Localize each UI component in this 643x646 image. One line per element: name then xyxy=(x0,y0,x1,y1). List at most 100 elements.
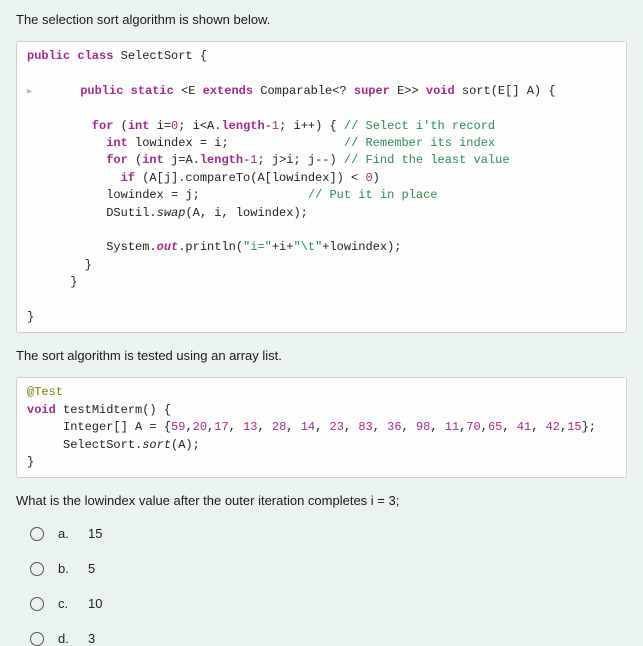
code-token: E>> xyxy=(397,84,426,98)
option-b[interactable]: b. 5 xyxy=(30,561,627,576)
code-token: +i+ xyxy=(272,240,294,254)
code-token: } xyxy=(27,455,34,469)
code-token: 17 xyxy=(214,420,228,434)
code-token: 36 xyxy=(387,420,401,434)
code-token: } xyxy=(27,275,77,289)
code-token: ) xyxy=(373,171,380,185)
code-token: 14 xyxy=(301,420,315,434)
code-token: } xyxy=(27,258,92,272)
code-token: 15 xyxy=(567,420,581,434)
code-token: .println( xyxy=(178,240,243,254)
code-token: ( xyxy=(121,119,128,133)
code-token: , xyxy=(344,420,358,434)
code-block-2: @Test void testMidterm() { Integer[] A =… xyxy=(16,377,627,478)
code-token: - xyxy=(265,119,272,133)
code-token: j=A. xyxy=(171,153,200,167)
code-token: 98 xyxy=(416,420,430,434)
code-token: "i=" xyxy=(243,240,272,254)
intro-text-1: The selection sort algorithm is shown be… xyxy=(16,12,627,27)
code-token: SelectSort { xyxy=(121,49,207,63)
option-letter: c. xyxy=(58,596,72,611)
option-value: 15 xyxy=(88,526,102,541)
intro-text-2: The sort algorithm is tested using an ar… xyxy=(16,348,627,363)
code-token: 13 xyxy=(243,420,257,434)
code-token: 1 xyxy=(272,119,279,133)
code-token: for xyxy=(27,119,121,133)
code-token: DSutil. xyxy=(27,206,157,220)
option-letter: d. xyxy=(58,631,72,646)
code-token: 0 xyxy=(365,171,372,185)
option-value: 10 xyxy=(88,596,102,611)
option-a[interactable]: a. 15 xyxy=(30,526,627,541)
code-token: ; j>i; j--) xyxy=(257,153,343,167)
code-token: , xyxy=(315,420,329,434)
code-token: 11 xyxy=(445,420,459,434)
code-token: ; i<A. xyxy=(178,119,221,133)
option-d[interactable]: d. 3 xyxy=(30,631,627,646)
code-token: void xyxy=(426,84,462,98)
code-token: for xyxy=(27,153,135,167)
code-token: length xyxy=(221,119,264,133)
code-token: 41 xyxy=(517,420,531,434)
radio-icon[interactable] xyxy=(30,562,44,576)
code-token: , xyxy=(402,420,416,434)
code-token: @Test xyxy=(27,385,63,399)
code-token: 59 xyxy=(171,420,185,434)
code-token: "\t" xyxy=(293,240,322,254)
code-token: testMidterm() { xyxy=(63,403,171,417)
radio-icon[interactable] xyxy=(30,527,44,541)
code-token: extends xyxy=(203,84,261,98)
option-value: 5 xyxy=(88,561,95,576)
code-token: void xyxy=(27,403,63,417)
option-letter: b. xyxy=(58,561,72,576)
code-token: , xyxy=(185,420,192,434)
code-token: , xyxy=(257,420,271,434)
code-token: Integer[] A = { xyxy=(27,420,171,434)
radio-icon[interactable] xyxy=(30,597,44,611)
code-token: int xyxy=(142,153,171,167)
code-token: +lowindex); xyxy=(322,240,401,254)
code-token: 20 xyxy=(193,420,207,434)
code-token: if xyxy=(27,171,142,185)
code-token: i= xyxy=(157,119,171,133)
code-token: 42 xyxy=(546,420,560,434)
code-token: System. xyxy=(27,240,157,254)
code-token: lowindex = j; xyxy=(27,188,308,202)
code-token: int xyxy=(27,136,135,150)
code-token: out xyxy=(157,240,179,254)
option-c[interactable]: c. 10 xyxy=(30,596,627,611)
code-token: public class xyxy=(27,49,121,63)
code-token: 65 xyxy=(488,420,502,434)
code-token: <E xyxy=(181,84,203,98)
code-token: // Remember its index xyxy=(344,136,495,150)
code-token: sort xyxy=(142,438,171,452)
code-token: , xyxy=(481,420,488,434)
code-token: (A); xyxy=(171,438,200,452)
code-token: 83 xyxy=(358,420,372,434)
code-token: (A, i, lowindex); xyxy=(185,206,307,220)
code-token: lowindex = i; xyxy=(135,136,344,150)
code-token: , xyxy=(531,420,545,434)
code-token: int xyxy=(128,119,157,133)
code-token: ; i++) { xyxy=(279,119,344,133)
question-text: What is the lowindex value after the out… xyxy=(16,493,627,508)
code-token: // Put it in place xyxy=(308,188,438,202)
code-token: sort(E[] A) { xyxy=(462,84,556,98)
options-list: a. 15 b. 5 c. 10 d. 3 xyxy=(16,526,627,646)
code-token: 23 xyxy=(330,420,344,434)
code-token: super xyxy=(354,84,397,98)
code-token: (A[j].compareTo(A[lowindex]) < xyxy=(142,171,365,185)
code-token: }; xyxy=(582,420,596,434)
code-token: 28 xyxy=(272,420,286,434)
radio-icon[interactable] xyxy=(30,632,44,646)
code-token: } xyxy=(27,310,34,324)
option-value: 3 xyxy=(88,631,95,646)
code-token: Comparable<? xyxy=(260,84,354,98)
code-token: , xyxy=(430,420,444,434)
code-token: swap xyxy=(157,206,186,220)
code-token: public static xyxy=(37,84,181,98)
collapse-icon: ▸ xyxy=(27,86,37,101)
code-token: , xyxy=(286,420,300,434)
code-token: 70 xyxy=(466,420,480,434)
code-token: SelectSort. xyxy=(27,438,142,452)
